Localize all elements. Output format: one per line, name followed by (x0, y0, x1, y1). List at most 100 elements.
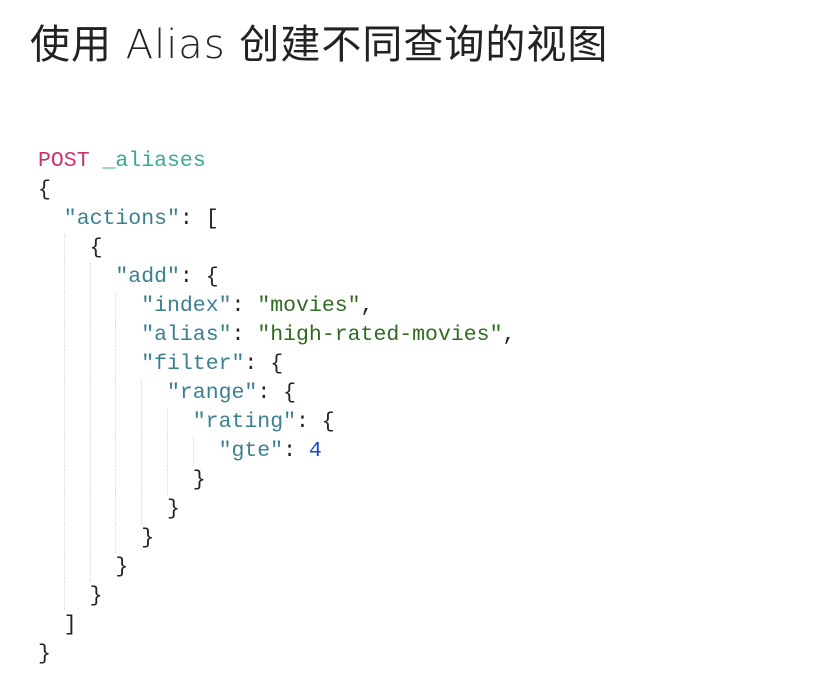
indent-guide (166, 437, 193, 466)
indent-guide (38, 205, 64, 234)
indent-guide (115, 321, 141, 350)
code-line: "filter": { (38, 350, 515, 379)
code-token-p: { (89, 236, 103, 260)
code-token-method: POST (38, 149, 90, 173)
indent-guide (166, 466, 193, 495)
code-token-p: } (89, 584, 103, 608)
code-token-str: "high-rated-movies" (257, 323, 503, 347)
slide-title: 使用 Alias 创建不同查询的视图 (30, 22, 609, 68)
indent-guide (89, 321, 116, 350)
indent-guide (63, 292, 90, 321)
indent-guide (115, 466, 141, 495)
code-token-num: 4 (308, 439, 322, 463)
indent-guide (38, 611, 64, 640)
indent-guide (63, 524, 90, 553)
code-token-p: : { (244, 352, 284, 376)
code-token-p: } (115, 555, 129, 579)
indent-guide (89, 495, 116, 524)
code-line: { (38, 176, 515, 205)
code-token-p: } (141, 526, 155, 550)
code-token-p: : { (179, 265, 219, 289)
code-line: } (38, 495, 515, 524)
indent-guide (141, 379, 167, 408)
code-token-p: } (38, 642, 51, 666)
code-line: } (38, 582, 515, 611)
code-token-p (90, 147, 103, 176)
indent-guide (38, 553, 64, 582)
code-line: { (38, 234, 515, 263)
indent-guide (115, 495, 141, 524)
indent-guide (89, 437, 116, 466)
indent-guide (63, 437, 90, 466)
indent-guide (141, 408, 167, 437)
indent-guide (115, 437, 141, 466)
indent-guide (89, 466, 116, 495)
indent-guide (89, 553, 116, 582)
indent-guide (38, 379, 64, 408)
code-block: POST _aliases{"actions": [{"add": {"inde… (38, 147, 515, 669)
code-token-key: "filter" (141, 352, 245, 376)
indent-guide (38, 437, 64, 466)
indent-guide (38, 408, 64, 437)
code-token-p: : [ (179, 207, 219, 231)
indent-guide (63, 553, 90, 582)
indent-guide (38, 263, 64, 292)
indent-guide (115, 379, 141, 408)
code-token-p: : (231, 294, 258, 318)
code-token-p: : (231, 323, 258, 347)
indent-guide (63, 321, 90, 350)
indent-guide (115, 350, 141, 379)
code-line: "gte": 4 (38, 437, 515, 466)
code-line: "rating": { (38, 408, 515, 437)
indent-guide (63, 466, 90, 495)
indent-guide (63, 263, 90, 292)
code-line: ] (38, 611, 515, 640)
code-token-p: } (192, 468, 206, 492)
indent-guide (63, 234, 90, 263)
code-token-p: : { (257, 381, 297, 405)
code-token-p: { (38, 178, 51, 202)
code-line: POST _aliases (38, 147, 515, 176)
indent-guide (63, 350, 90, 379)
indent-guide (89, 292, 116, 321)
code-token-p: , (502, 323, 516, 347)
indent-guide (89, 350, 116, 379)
code-line: "index": "movies", (38, 292, 515, 321)
code-line: "range": { (38, 379, 515, 408)
indent-guide (38, 234, 64, 263)
indent-guide (141, 437, 167, 466)
code-token-str: "movies" (257, 294, 361, 318)
code-token-p: } (166, 497, 180, 521)
code-token-key: "index" (141, 294, 232, 318)
code-token-p: : { (296, 410, 335, 434)
indent-guide (115, 292, 141, 321)
indent-guide (63, 379, 90, 408)
code-token-key: "actions" (63, 207, 180, 231)
code-line: } (38, 553, 515, 582)
code-token-key: "rating" (192, 410, 296, 434)
indent-guide (38, 524, 64, 553)
indent-guide (89, 408, 116, 437)
code-line: } (38, 524, 515, 553)
code-token-key: "alias" (141, 323, 232, 347)
code-token-path: _aliases (102, 149, 206, 173)
code-line: } (38, 640, 515, 669)
code-token-key: "gte" (218, 439, 284, 463)
indent-guide (38, 350, 64, 379)
code-line: } (38, 466, 515, 495)
indent-guide (89, 379, 116, 408)
indent-guide (89, 524, 116, 553)
indent-guide (38, 495, 64, 524)
code-line: "alias": "high-rated-movies", (38, 321, 515, 350)
indent-guide (141, 495, 167, 524)
indent-guide (63, 408, 90, 437)
code-line: "actions": [ (38, 205, 515, 234)
indent-guide (115, 408, 141, 437)
code-token-key: "range" (166, 381, 258, 405)
code-token-key: "add" (115, 265, 180, 289)
code-token-p: , (360, 294, 374, 318)
indent-guide (63, 495, 90, 524)
indent-guide (38, 582, 64, 611)
code-line: "add": { (38, 263, 515, 292)
indent-guide (38, 466, 64, 495)
